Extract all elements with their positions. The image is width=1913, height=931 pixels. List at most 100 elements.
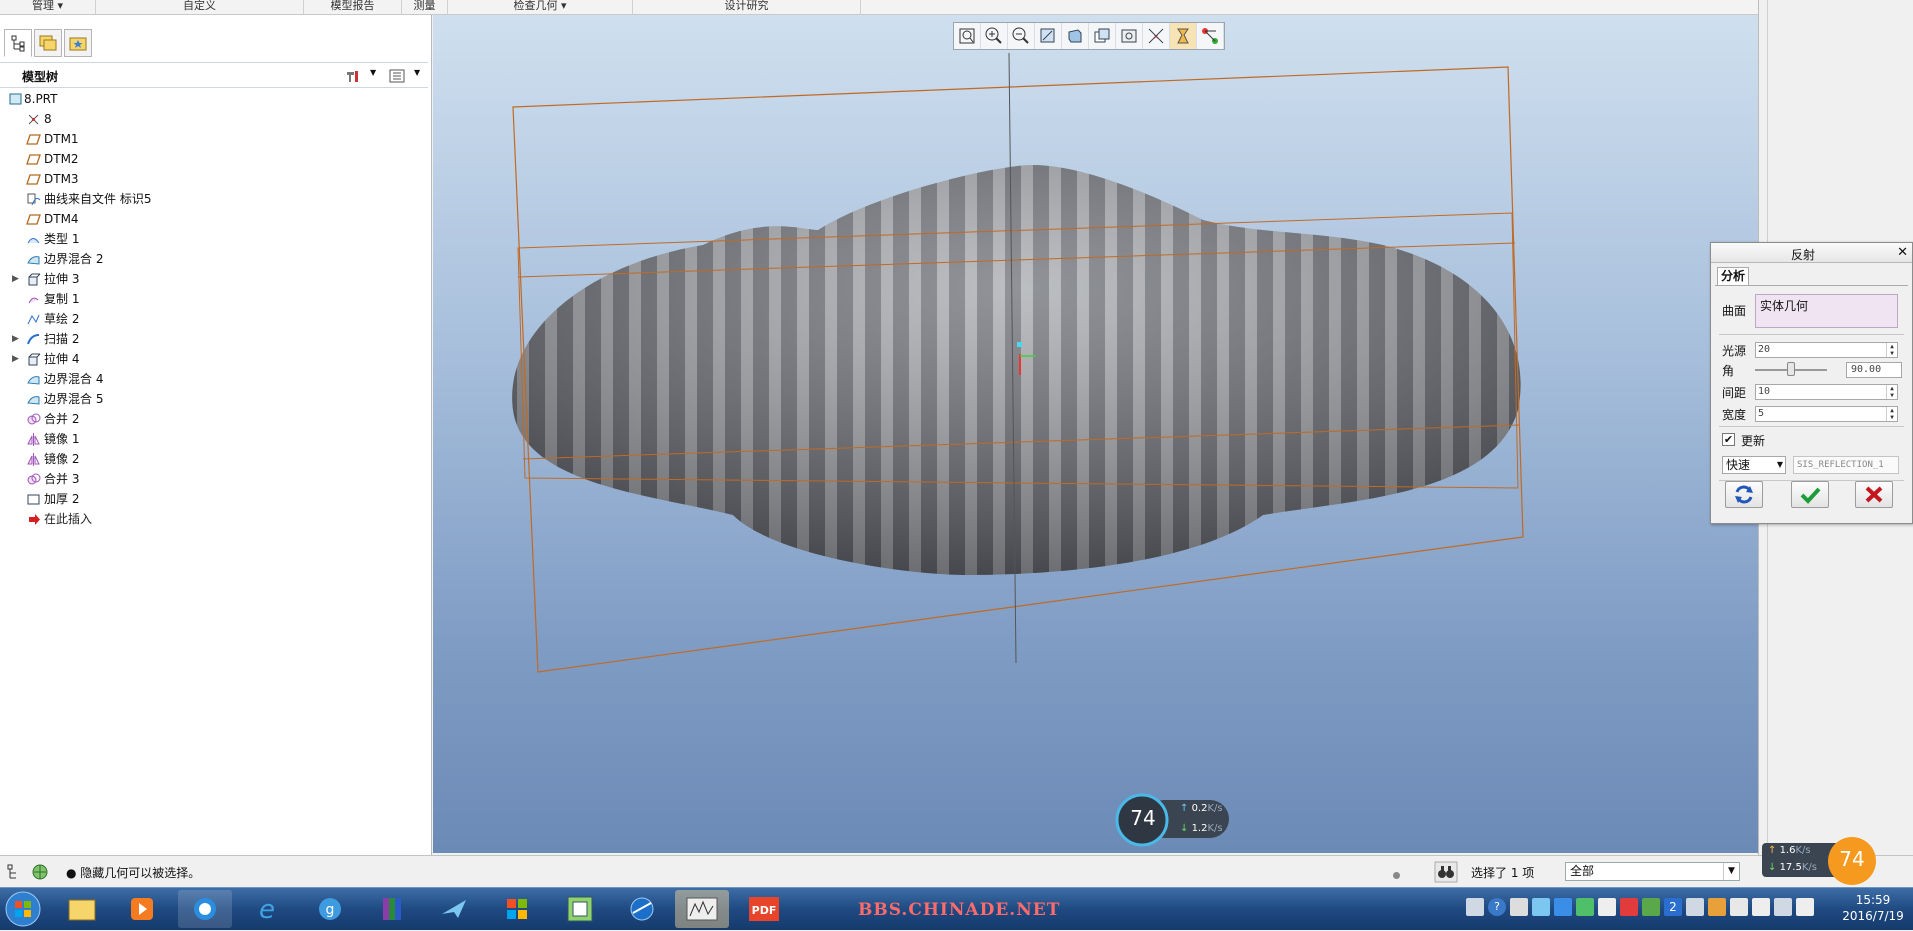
table-tray-icon[interactable] [1598,898,1616,916]
repeat-button[interactable] [1725,481,1763,508]
taskbar-explorer[interactable] [55,890,109,928]
dialog-title-bar[interactable]: 反射 ✕ [1711,243,1912,263]
model-tree-item[interactable]: 加厚 2 [0,489,428,509]
update-checkbox[interactable]: ✔ [1722,433,1735,446]
tab-favorites[interactable] [64,29,92,57]
workspace-tray-icon[interactable]: 2 [1664,898,1682,916]
analysis-name-field[interactable]: SIS_REFLECTION_1 [1793,456,1899,474]
taskbar-archiver[interactable] [365,890,419,928]
datum-display-filters-button[interactable] [1170,23,1197,49]
taskbar-bird-app[interactable] [428,890,482,928]
model-tree-item[interactable]: 在此插入 [0,509,428,529]
print-tray-icon[interactable] [1730,898,1748,916]
ribbon-group-design-study[interactable]: 设计研究 [633,0,861,15]
view-manager-button[interactable] [1116,23,1143,49]
model-tree-item[interactable]: 复制 1 [0,289,428,309]
tree-toggle-icon[interactable] [4,862,24,882]
angle-slider-thumb[interactable] [1787,362,1795,376]
perspective-button[interactable]: × [1143,23,1170,49]
help-tray-icon[interactable]: ? [1488,898,1506,916]
spacing-input[interactable]: 10 ▲ ▼ [1755,384,1898,400]
light-source-input[interactable]: 20 ▲ ▼ [1755,342,1898,358]
ribbon-group-model-report[interactable]: 模型报告 [304,0,402,15]
model-tree-item[interactable]: 类型 1 [0,229,428,249]
model-tree-item[interactable]: 8.PRT [0,89,428,109]
cloud-tray-icon[interactable] [1686,898,1704,916]
volume-tray-icon[interactable] [1796,898,1814,916]
tab-analysis[interactable]: 分析 [1717,267,1749,285]
mode-select[interactable]: 快速 ▼ [1722,456,1786,474]
chevron-down-icon[interactable]: ▼ [370,68,376,77]
refit-button[interactable] [954,23,981,49]
graphics-viewport[interactable]: × 74 ↑ 0.2K/s ↓ 1.2K/s [433,15,1758,853]
taskbar-input-method[interactable]: g [303,890,357,928]
check-tray-icon[interactable] [1576,898,1594,916]
zoom-out-button[interactable] [1008,23,1035,49]
ribbon-group-inspect-geometry[interactable]: 检查几何 ▾ [448,0,633,15]
start-orb-icon[interactable] [2,889,44,929]
model-tree-item[interactable]: 合并 3 [0,469,428,489]
width-input[interactable]: 5 ▲ ▼ [1755,406,1898,422]
taskbar-tiles-app[interactable] [490,890,544,928]
shield-tray-icon[interactable] [1554,898,1572,916]
model-tree-item[interactable]: DTM1 [0,129,428,149]
expand-arrow-icon[interactable]: ▶ [12,329,19,349]
model-tree-item[interactable]: 边界混合 4 [0,369,428,389]
security-tray-icon[interactable] [1708,898,1726,916]
repaint-button[interactable] [1035,23,1062,49]
close-icon[interactable]: ✕ [1897,245,1908,260]
surface-collector[interactable]: 实体几何 [1755,294,1898,328]
browser-globe-icon[interactable] [30,862,50,882]
model-tree-item[interactable]: 草绘 2 [0,309,428,329]
model-tree-item[interactable]: DTM3 [0,169,428,189]
taskbar-pdf[interactable]: PDF [737,890,791,928]
zoom-in-button[interactable] [981,23,1008,49]
model-tree-item[interactable]: ▶ 拉伸 4 [0,349,428,369]
ribbon-group-measure[interactable]: 测量 [402,0,448,15]
antivirus-tray-icon[interactable] [1620,898,1638,916]
chevron-down-icon[interactable]: ▼ [414,68,420,77]
selection-filter[interactable]: 全部 ▼ [1565,862,1740,881]
model-tree-item[interactable]: DTM2 [0,149,428,169]
expand-arrow-icon[interactable]: ▶ [12,269,19,289]
model-tree-item[interactable]: 镜像 2 [0,449,428,469]
settings-tray-icon[interactable] [1510,898,1528,916]
angle-input[interactable]: 90.00 [1846,362,1902,378]
cancel-button[interactable] [1855,481,1893,508]
show-list-icon[interactable] [388,68,406,84]
ribbon-group-manage[interactable]: 管理 ▾ [0,0,96,15]
tab-model-tree[interactable] [4,29,32,57]
spinner-arrows-icon[interactable]: ▲ ▼ [1886,407,1897,421]
expand-arrow-icon[interactable]: ▶ [12,349,19,369]
model-tree-item[interactable]: ▶ 拉伸 3 [0,269,428,289]
display-style-button[interactable] [1062,23,1089,49]
model-tree-item[interactable]: 曲线来自文件 标识5 [0,189,428,209]
tab-layers[interactable] [34,29,62,57]
model-tree-item[interactable]: ▶ 扫描 2 [0,329,428,349]
saved-orientations-button[interactable] [1089,23,1116,49]
ribbon-group-customize[interactable]: 自定义 [96,0,304,15]
annotation-display-button[interactable] [1197,23,1224,49]
model-tree-item[interactable]: 边界混合 5 [0,389,428,409]
model-tree-item[interactable]: DTM4 [0,209,428,229]
taskbar-ie[interactable]: e [240,890,294,928]
taskbar-browser-1[interactable] [178,890,232,928]
model-tree-item[interactable]: 镜像 1 [0,429,428,449]
spinner-arrows-icon[interactable]: ▲ ▼ [1886,385,1897,399]
find-binoculars-icon[interactable] [1434,861,1458,883]
network-tray-icon[interactable] [1774,898,1792,916]
ok-button[interactable] [1791,481,1829,508]
spinner-arrows-icon[interactable]: ▲ ▼ [1886,343,1897,357]
settings-tools-icon[interactable] [344,68,362,84]
usb-tray-icon[interactable] [1752,898,1770,916]
taskbar-media-player[interactable] [115,890,169,928]
taskbar-creo[interactable] [553,890,607,928]
model-tree-item[interactable]: 合并 2 [0,409,428,429]
model-tree-item[interactable]: 8 [0,109,428,129]
taskbar-globe-app[interactable] [615,890,669,928]
taskbar-image-viewer[interactable] [675,890,729,928]
taskbar-clock[interactable]: 15:59 2016/7/19 [1838,892,1908,924]
model-tree-item[interactable]: 边界混合 2 [0,249,428,269]
tiles-tray-icon[interactable] [1642,898,1660,916]
keyboard-tray-icon[interactable] [1466,898,1484,916]
